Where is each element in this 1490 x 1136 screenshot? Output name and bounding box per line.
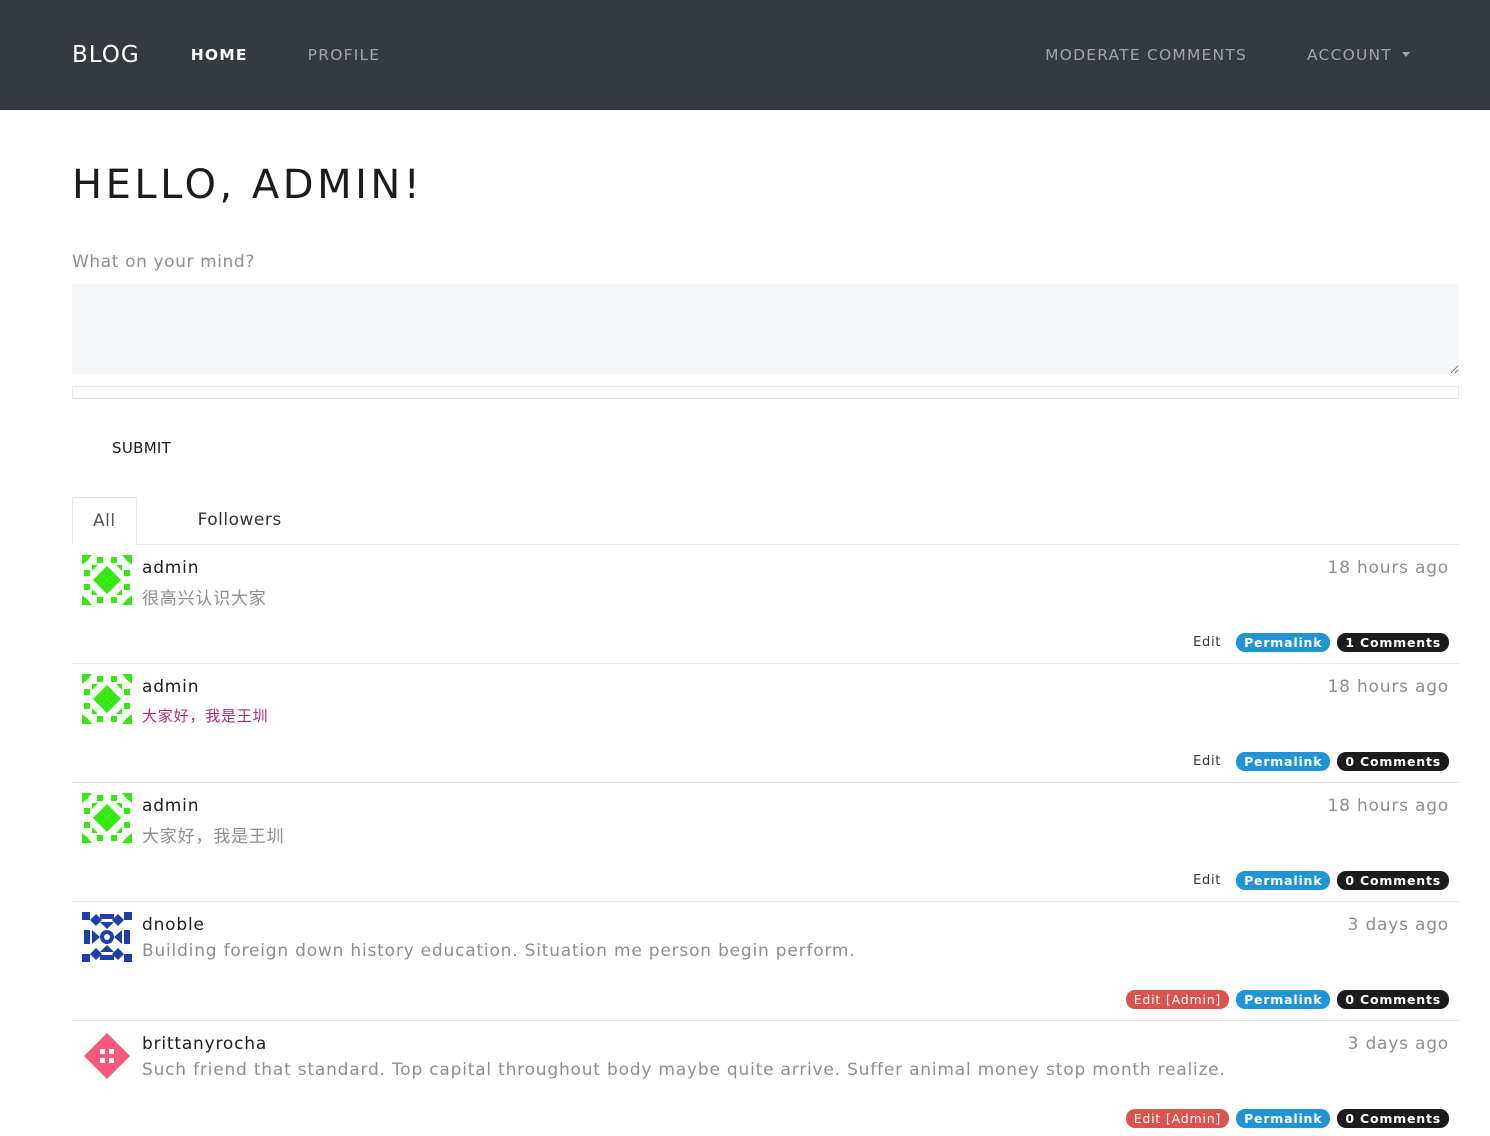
- green-pattern-avatar-icon: [82, 555, 132, 605]
- permalink-badge[interactable]: Permalink: [1236, 1109, 1331, 1128]
- avatar[interactable]: [82, 793, 132, 843]
- post-item: admin 大家好，我是王圳 18 hours ago Edit Permali…: [72, 783, 1459, 902]
- avatar[interactable]: [82, 912, 132, 962]
- green-pattern-avatar-icon: [82, 793, 132, 843]
- secondary-input[interactable]: [72, 386, 1459, 399]
- comments-badge[interactable]: 0 Comments: [1337, 871, 1449, 890]
- nav-profile[interactable]: PROFILE: [308, 46, 381, 64]
- nav-right: MODERATE COMMENTS ACCOUNT: [985, 0, 1410, 110]
- green-pattern-avatar-icon: [82, 674, 132, 724]
- post-body: 大家好，我是王圳: [142, 827, 285, 847]
- edit-link[interactable]: Edit: [1193, 873, 1221, 888]
- edit-link[interactable]: Edit: [1193, 635, 1221, 650]
- avatar[interactable]: [82, 1031, 132, 1081]
- comments-badge[interactable]: 1 Comments: [1337, 633, 1449, 652]
- post-timestamp: 3 days ago: [1347, 1034, 1449, 1054]
- post-item: dnoble Building foreign down history edu…: [72, 902, 1459, 1021]
- post-actions: Edit [Admin] Permalink 0 Comments: [1125, 1109, 1449, 1128]
- post-actions: Edit [Admin] Permalink 0 Comments: [1125, 990, 1449, 1009]
- page-title: HELLO, ADMIN!: [72, 162, 424, 208]
- admin-edit-badge[interactable]: Edit [Admin]: [1125, 990, 1230, 1009]
- post-item: admin 很高兴认识大家 18 hours ago Edit Permalin…: [72, 545, 1459, 664]
- permalink-badge[interactable]: Permalink: [1236, 752, 1331, 771]
- post-textarea[interactable]: [72, 284, 1459, 374]
- comments-badge[interactable]: 0 Comments: [1337, 990, 1449, 1009]
- post-author[interactable]: admin: [142, 796, 199, 816]
- submit-button[interactable]: SUBMIT: [112, 439, 171, 457]
- post-body: Building foreign down history education.…: [142, 941, 856, 961]
- edit-link[interactable]: Edit: [1193, 754, 1221, 769]
- post-actions: Edit Permalink 1 Comments: [1193, 633, 1449, 652]
- post-body: 大家好，我是王圳: [142, 707, 269, 725]
- feed-tabs: All Followers: [72, 497, 1459, 545]
- comments-badge[interactable]: 0 Comments: [1337, 1109, 1449, 1128]
- nav-account-label: ACCOUNT: [1307, 46, 1392, 64]
- avatar[interactable]: [82, 555, 132, 605]
- permalink-badge[interactable]: Permalink: [1236, 871, 1331, 890]
- nav-home[interactable]: HOME: [191, 46, 248, 64]
- main-content: HELLO, ADMIN! What on your mind? SUBMIT …: [0, 162, 1490, 1136]
- nav-account-dropdown[interactable]: ACCOUNT: [1307, 46, 1410, 64]
- avatar[interactable]: [82, 674, 132, 724]
- post-body: Such friend that standard. Top capital t…: [142, 1060, 1226, 1080]
- post-actions: Edit Permalink 0 Comments: [1193, 871, 1449, 890]
- post-form-label: What on your mind?: [72, 252, 255, 272]
- nav-moderate-comments[interactable]: MODERATE COMMENTS: [1045, 46, 1247, 64]
- admin-edit-badge[interactable]: Edit [Admin]: [1125, 1109, 1230, 1128]
- permalink-badge[interactable]: Permalink: [1236, 990, 1331, 1009]
- post-item: brittanyrocha Such friend that standard.…: [72, 1021, 1459, 1136]
- permalink-badge[interactable]: Permalink: [1236, 633, 1331, 652]
- post-timestamp: 3 days ago: [1347, 915, 1449, 935]
- post-body: 很高兴认识大家: [142, 589, 267, 609]
- post-actions: Edit Permalink 0 Comments: [1193, 752, 1449, 771]
- post-timestamp: 18 hours ago: [1327, 796, 1449, 816]
- pink-diamond-avatar-icon: [84, 1033, 130, 1079]
- post-list: admin 很高兴认识大家 18 hours ago Edit Permalin…: [72, 545, 1459, 1136]
- post-author[interactable]: brittanyrocha: [142, 1034, 267, 1054]
- caret-down-icon: [1402, 51, 1410, 57]
- comments-badge[interactable]: 0 Comments: [1337, 752, 1449, 771]
- tab-all[interactable]: All: [72, 497, 137, 545]
- tab-followers[interactable]: Followers: [178, 496, 302, 544]
- blue-pattern-avatar-icon: [82, 912, 132, 962]
- post-timestamp: 18 hours ago: [1327, 677, 1449, 697]
- post-author[interactable]: dnoble: [142, 915, 205, 935]
- post-author[interactable]: admin: [142, 677, 199, 697]
- top-navbar: BLOG HOME PROFILE MODERATE COMMENTS ACCO…: [0, 0, 1490, 110]
- post-timestamp: 18 hours ago: [1327, 558, 1449, 578]
- brand-logo[interactable]: BLOG: [72, 42, 140, 68]
- post-item: admin 大家好，我是王圳 18 hours ago Edit Permali…: [72, 664, 1459, 783]
- post-author[interactable]: admin: [142, 558, 199, 578]
